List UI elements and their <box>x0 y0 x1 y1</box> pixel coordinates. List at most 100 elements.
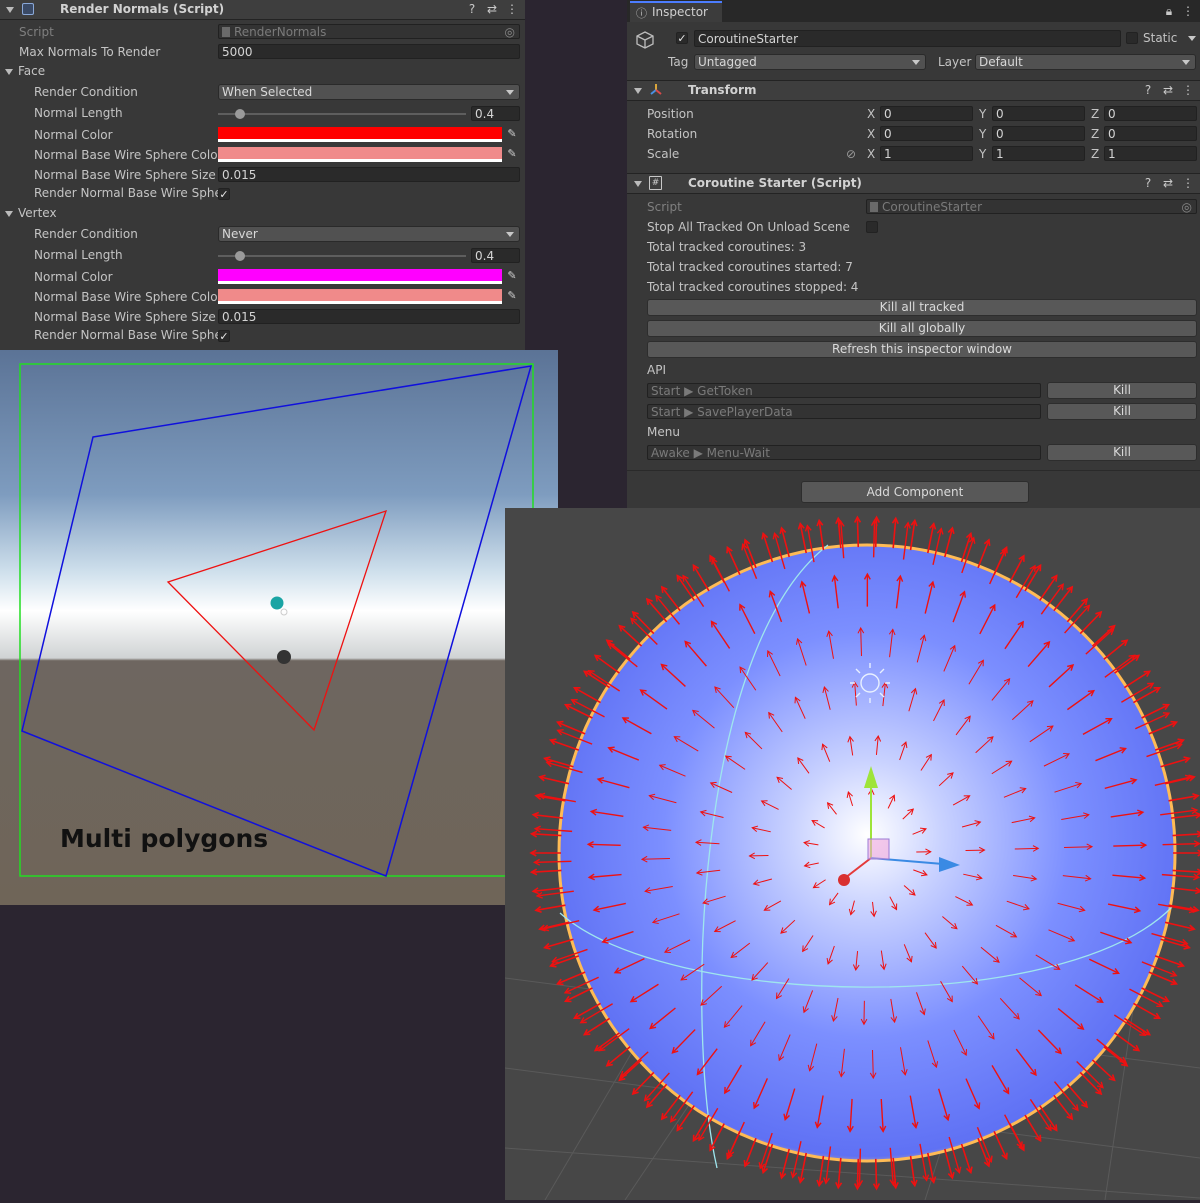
rotation-x-label[interactable]: X <box>867 127 875 141</box>
max-normals-input[interactable]: 5000 <box>218 44 520 59</box>
more-menu-icon[interactable]: ⋮ <box>506 3 518 15</box>
constrain-proportions-icon[interactable]: ⊘ <box>844 148 858 160</box>
lock-icon[interactable]: 🔒︎ <box>1163 5 1175 17</box>
vertex-normal-color-swatch[interactable] <box>218 269 502 284</box>
scale-z-label[interactable]: Z <box>1091 147 1099 161</box>
static-checkbox[interactable] <box>1126 32 1138 44</box>
object-picker-icon[interactable]: ◎ <box>505 25 515 39</box>
face-render-condition-dropdown[interactable]: When Selected <box>218 84 520 100</box>
eyedropper-icon[interactable]: ✎ <box>506 290 518 302</box>
preset-icon[interactable]: ⇄ <box>1162 177 1174 189</box>
scale-x-input[interactable]: 1 <box>880 146 973 161</box>
script-file-icon <box>222 27 230 37</box>
tag-value: Untagged <box>698 55 757 69</box>
rotation-x-input[interactable]: 0 <box>880 126 973 141</box>
vertex-foldout-icon[interactable] <box>5 211 13 217</box>
component-divider <box>627 470 1200 471</box>
eyedropper-icon[interactable]: ✎ <box>506 148 518 160</box>
rotation-z-input[interactable]: 0 <box>1104 126 1197 141</box>
vertex-wire-color-swatch[interactable] <box>218 289 502 304</box>
foldout-arrow-icon[interactable] <box>634 88 642 94</box>
more-menu-icon[interactable]: ⋮ <box>1182 84 1194 96</box>
face-wire-size-input[interactable]: 0.015 <box>218 167 520 182</box>
face-section-label[interactable]: Face <box>18 64 45 78</box>
help-icon[interactable]: ? <box>466 3 478 15</box>
active-checkbox[interactable]: ✓ <box>676 32 688 44</box>
chevron-down-icon[interactable] <box>1188 36 1196 41</box>
face-render-wire-label: Render Normal Base Wire Spher <box>34 186 227 200</box>
multi-polygons-scene[interactable]: Multi polygons <box>0 350 558 905</box>
sphere-scene[interactable] <box>505 508 1200 1200</box>
position-z-label[interactable]: Z <box>1091 107 1099 121</box>
preset-icon[interactable]: ⇄ <box>1162 84 1174 96</box>
help-icon[interactable]: ? <box>1142 177 1154 189</box>
preset-icon[interactable]: ⇄ <box>486 3 498 15</box>
position-y-input[interactable]: 0 <box>992 106 1085 121</box>
scale-z-input[interactable]: 1 <box>1104 146 1197 161</box>
vertex-render-condition-label: Render Condition <box>34 227 138 241</box>
kill-all-globally-button[interactable]: Kill all globally <box>647 320 1197 337</box>
foldout-arrow-icon[interactable] <box>6 7 14 13</box>
vertex-render-wire-label: Render Normal Base Wire Spher <box>34 328 227 342</box>
layer-dropdown[interactable]: Default <box>975 54 1196 70</box>
help-icon[interactable]: ? <box>1142 84 1154 96</box>
foldout-arrow-icon[interactable] <box>634 181 642 187</box>
kill-button[interactable]: Kill <box>1047 444 1197 461</box>
rotation-z-label[interactable]: Z <box>1091 127 1099 141</box>
object-name-input[interactable]: CoroutineStarter <box>694 30 1121 47</box>
add-component-button[interactable]: Add Component <box>801 481 1029 503</box>
face-foldout-icon[interactable] <box>5 69 13 75</box>
render-normals-header[interactable]: Render Normals (Script) ? ⇄ ⋮ <box>0 0 525 20</box>
more-menu-icon[interactable]: ⋮ <box>1182 177 1194 189</box>
coroutine-script-field[interactable]: CoroutineStarter ◎ <box>866 199 1197 214</box>
render-normals-panel: Render Normals (Script) ? ⇄ ⋮ Script Ren… <box>0 0 525 350</box>
tag-dropdown[interactable]: Untagged <box>694 54 926 70</box>
face-normal-length-knob[interactable] <box>235 109 245 119</box>
scale-x-label[interactable]: X <box>867 147 875 161</box>
refresh-inspector-button[interactable]: Refresh this inspector window <box>647 341 1197 358</box>
eyedropper-icon[interactable]: ✎ <box>506 128 518 140</box>
inspector-tab[interactable]: ⓘ Inspector <box>630 1 722 22</box>
rotation-y-label[interactable]: Y <box>979 127 986 141</box>
vertex-normal-length-input[interactable]: 0.4 <box>471 248 520 263</box>
scale-y-input[interactable]: 1 <box>992 146 1085 161</box>
face-normal-length-slider[interactable] <box>218 113 466 115</box>
vertex-section-label[interactable]: Vertex <box>18 206 57 220</box>
object-picker-icon[interactable]: ◎ <box>1182 200 1192 214</box>
face-normal-color-swatch[interactable] <box>218 127 502 142</box>
face-render-condition-label: Render Condition <box>34 85 138 99</box>
vertex-render-wire-checkbox[interactable]: ✓ <box>218 330 230 342</box>
script-file-icon <box>870 202 878 212</box>
transform-header[interactable]: Transform ? ⇄ ⋮ <box>627 80 1200 101</box>
dark-gizmo <box>277 650 291 664</box>
normal-arrow <box>860 1149 861 1186</box>
eyedropper-icon[interactable]: ✎ <box>506 270 518 282</box>
position-y-label[interactable]: Y <box>979 107 986 121</box>
kill-button[interactable]: Kill <box>1047 382 1197 399</box>
face-render-wire-checkbox[interactable]: ✓ <box>218 188 230 200</box>
vertex-normal-length-label: Normal Length <box>34 248 123 262</box>
more-menu-icon[interactable]: ⋮ <box>1182 5 1194 17</box>
normal-arrow <box>1113 845 1145 846</box>
coroutine-row-label: Start ▶ SavePlayerData <box>647 404 1041 419</box>
position-x-label[interactable]: X <box>867 107 875 121</box>
coroutine-starter-title: Coroutine Starter (Script) <box>688 176 862 190</box>
script-field[interactable]: RenderNormals ◎ <box>218 24 520 39</box>
script-hash-icon: # <box>649 176 662 190</box>
rotation-label: Rotation <box>647 127 697 141</box>
rotation-y-input[interactable]: 0 <box>992 126 1085 141</box>
face-wire-color-swatch[interactable] <box>218 147 502 162</box>
vertex-render-condition-dropdown[interactable]: Never <box>218 226 520 242</box>
vertex-wire-size-input[interactable]: 0.015 <box>218 309 520 324</box>
position-z-input[interactable]: 0 <box>1104 106 1197 121</box>
scale-y-label[interactable]: Y <box>979 147 986 161</box>
coroutine-starter-header[interactable]: # Coroutine Starter (Script) ? ⇄ ⋮ <box>627 173 1200 194</box>
inspector-panel: ⓘ Inspector 🔒︎ ⋮ ✓ CoroutineStarter Stat… <box>627 0 1200 508</box>
kill-button[interactable]: Kill <box>1047 403 1197 420</box>
vertex-normal-length-slider[interactable] <box>218 255 466 257</box>
position-x-input[interactable]: 0 <box>880 106 973 121</box>
face-normal-length-input[interactable]: 0.4 <box>471 106 520 121</box>
kill-all-tracked-button[interactable]: Kill all tracked <box>647 299 1197 316</box>
vertex-normal-length-knob[interactable] <box>235 251 245 261</box>
stop-all-checkbox[interactable] <box>866 221 878 233</box>
